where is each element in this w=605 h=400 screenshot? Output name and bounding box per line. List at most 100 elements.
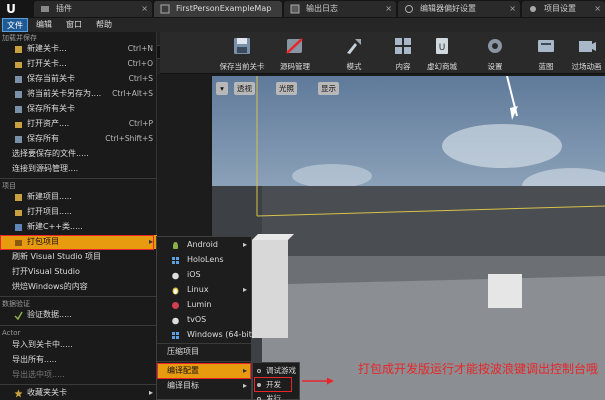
plugin-icon <box>41 6 49 12</box>
zip-project-item[interactable]: 压缩项目 <box>157 345 251 359</box>
menu-divider <box>0 178 157 179</box>
config-shipping-item[interactable]: 发行 <box>253 392 299 400</box>
unreal-editor-window: U 插件 × FirstPersonExampleMap 输出日志 × 编辑器偏… <box>0 0 605 400</box>
validate-data-item[interactable]: 验证数据..... <box>0 308 157 322</box>
source-control-icon <box>286 38 303 54</box>
close-icon[interactable]: × <box>141 1 148 17</box>
platform-ios-item[interactable]: iOS <box>157 268 251 282</box>
menu-file[interactable]: 文件 <box>2 18 28 32</box>
lit-mode-button[interactable]: 光照 <box>276 82 297 95</box>
marketplace-icon: U <box>436 38 448 54</box>
new-project-item[interactable]: 新建项目..... <box>0 190 157 204</box>
section-actor: Actor <box>2 329 21 337</box>
settings-button[interactable]: 设置 <box>478 34 512 72</box>
radio-icon <box>257 369 261 373</box>
save-icon <box>15 76 22 83</box>
star-icon <box>14 389 23 398</box>
open-project-item[interactable]: 打开项目..... <box>0 205 157 219</box>
package-project-submenu: Android ▸ HoloLens iOS Linux ▸ Lumin tvO… <box>156 236 255 400</box>
content-button[interactable]: 内容 <box>386 34 420 72</box>
refresh-visual-studio-item[interactable]: 刷新 Visual Studio 项目 <box>0 250 157 264</box>
folder-icon <box>15 210 22 216</box>
android-icon <box>173 242 178 249</box>
save-all-levels-item[interactable]: 保存所有关卡 <box>0 102 157 116</box>
export-selected-item[interactable]: 导出选中项..... <box>0 368 157 382</box>
connect-source-control-item[interactable]: 连接到源码管理.... <box>0 162 157 176</box>
import-into-level-item[interactable]: 导入到关卡中..... <box>0 338 157 352</box>
log-icon <box>290 4 300 14</box>
show-button[interactable]: 显示 <box>318 82 339 95</box>
platform-tvos-item[interactable]: tvOS <box>157 313 251 327</box>
lit-label: 光照 <box>279 84 294 93</box>
menu-window[interactable]: 窗口 <box>62 18 86 32</box>
highlight-box <box>0 235 154 250</box>
submenu-arrow-icon: ▸ <box>148 388 153 397</box>
apple-icon <box>172 272 179 280</box>
save-current-level-button[interactable]: 保存当前关卡 <box>216 34 268 72</box>
build-configuration-submenu: 调试游戏 开发 发行 <box>252 362 300 400</box>
export-all-item[interactable]: 导出所有..... <box>0 353 157 367</box>
tvos-icon <box>172 317 179 325</box>
menu-bar: 文件 编辑 窗口 帮助 <box>0 18 605 32</box>
platform-android-item[interactable]: Android ▸ <box>157 238 251 252</box>
open-asset-icon <box>15 122 22 128</box>
unreal-logo-icon: U <box>6 2 16 16</box>
save-all-icon <box>15 106 22 113</box>
blueprints-button[interactable]: 蓝图 <box>528 34 564 72</box>
annotation-arrow-icon <box>302 377 334 385</box>
highlight-box <box>254 377 292 392</box>
level-icon <box>160 4 170 14</box>
folder-icon <box>15 62 22 68</box>
choose-files-to-save-item[interactable]: 选择要保存的文件..... <box>0 147 157 161</box>
build-target-item[interactable]: 编译目标 ▸ <box>157 379 251 393</box>
content-icon <box>395 38 411 54</box>
marketplace-button[interactable]: U 虚幻商城 <box>422 34 462 72</box>
settings-gear-icon <box>530 6 536 12</box>
menu-edit[interactable]: 编辑 <box>32 18 56 32</box>
close-icon[interactable]: × <box>385 1 392 17</box>
menu-divider <box>157 361 251 362</box>
level-viewport[interactable]: ▾ 透视 光照 显示 <box>212 76 605 400</box>
source-control-button[interactable]: 源码管理 <box>272 34 318 72</box>
open-level-item[interactable]: 打开关卡... Ctrl+O <box>0 57 157 71</box>
cpp-class-icon <box>15 224 22 231</box>
preferences-icon <box>405 5 413 13</box>
modes-icon <box>347 39 361 54</box>
cook-windows-content-item[interactable]: 烘焙Windows的内容 <box>0 280 157 294</box>
tab-editor-preferences[interactable]: 编辑器偏好设置 × <box>398 1 520 17</box>
save-level-as-item[interactable]: 将当前关卡另存为.... Ctrl+Alt+S <box>0 87 157 101</box>
new-level-icon <box>15 46 22 53</box>
svg-text:U: U <box>439 43 446 53</box>
cinematics-button[interactable]: 过场动画 <box>568 34 605 72</box>
highlight-box <box>157 363 251 379</box>
menu-help[interactable]: 帮助 <box>92 18 116 32</box>
tab-project-settings[interactable]: 项目设置 × <box>522 1 605 17</box>
menu-divider <box>0 325 157 326</box>
tab-map[interactable]: FirstPersonExampleMap <box>154 1 282 17</box>
save-icon <box>15 136 22 143</box>
open-visual-studio-item[interactable]: 打开Visual Studio <box>0 265 157 279</box>
tab-plugins[interactable]: 插件 × <box>34 1 152 17</box>
cinematics-icon <box>578 41 596 52</box>
new-cpp-class-item[interactable]: 新建C++类..... <box>0 220 157 234</box>
save-all-item[interactable]: 保存所有 Ctrl+Shift+S <box>0 132 157 146</box>
tab-output-log[interactable]: 输出日志 × <box>284 1 396 17</box>
menu-divider <box>0 296 157 297</box>
new-level-item[interactable]: 新建关卡... Ctrl+N <box>0 42 157 56</box>
linux-icon <box>172 287 179 295</box>
platform-linux-item[interactable]: Linux ▸ <box>157 283 251 297</box>
favorite-levels-item[interactable]: 收藏夹关卡 ▸ <box>0 386 157 400</box>
file-menu-dropdown: 加载并保存 新建关卡... Ctrl+N 打开关卡... Ctrl+O 保存当前关卡… <box>0 32 157 400</box>
platform-lumin-item[interactable]: Lumin <box>157 298 251 312</box>
viewport-options-button[interactable]: ▾ <box>216 82 228 95</box>
save-current-level-item[interactable]: 保存当前关卡 Ctrl+S <box>0 72 157 86</box>
close-icon[interactable]: × <box>509 1 516 17</box>
open-asset-item[interactable]: 打开资产.... Ctrl+P <box>0 117 157 131</box>
close-icon[interactable]: × <box>594 1 601 17</box>
config-debug-game-item[interactable]: 调试游戏 <box>253 364 299 378</box>
perspective-button[interactable]: 透视 <box>234 82 255 95</box>
platform-windows-item[interactable]: Windows (64-bit) <box>157 328 255 342</box>
platform-hololens-item[interactable]: HoloLens <box>157 253 251 267</box>
modes-button[interactable]: 模式 <box>334 34 374 72</box>
settings-icon <box>488 39 502 53</box>
